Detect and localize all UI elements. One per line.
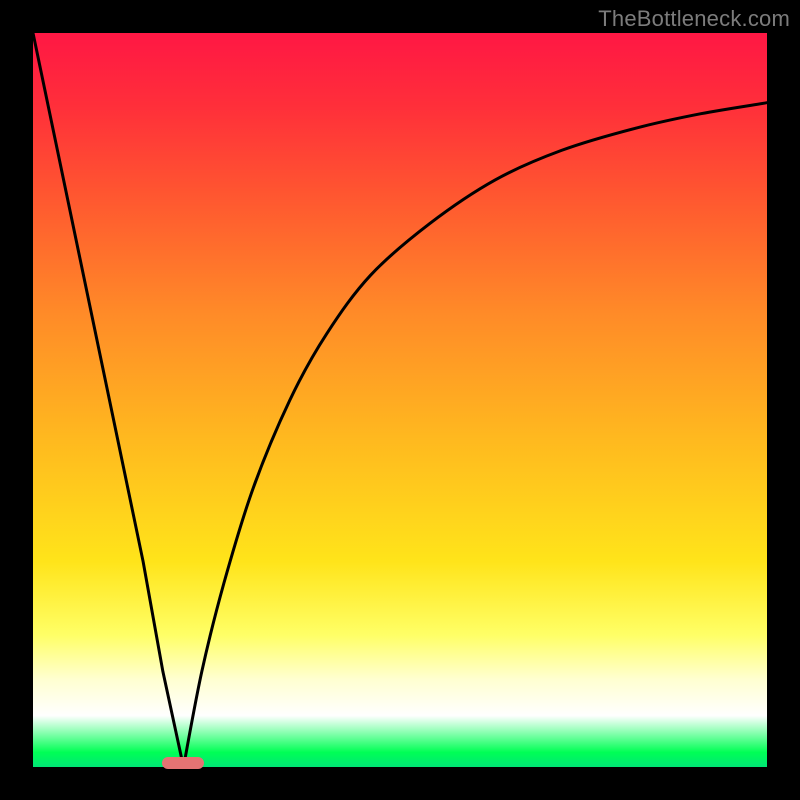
chart-frame: TheBottleneck.com [0,0,800,800]
curve-right-ascent [184,103,768,767]
watermark-text: TheBottleneck.com [598,6,790,32]
curve-left-descent [33,33,184,767]
curve-layer [33,33,767,767]
plot-area [33,33,767,767]
